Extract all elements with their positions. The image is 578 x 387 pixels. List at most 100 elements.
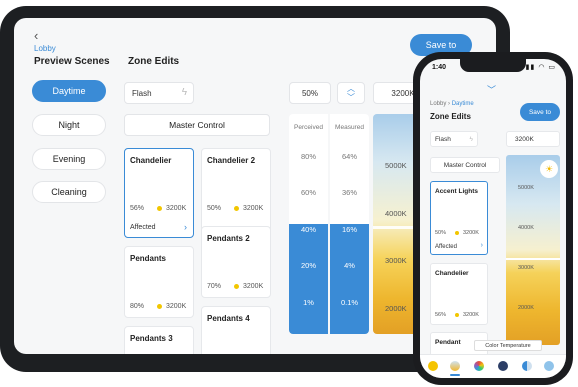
bulb-dot-icon: [455, 313, 459, 317]
zone-kelvin: 3200K: [166, 205, 187, 212]
measured-value-row: 64%: [341, 152, 357, 161]
flash-label: Flash: [132, 88, 152, 98]
zone-percent: 70%: [207, 283, 222, 290]
measured-value-row: 4%: [344, 261, 355, 271]
zone-name: Pendants 4: [207, 314, 250, 323]
scene-night-button[interactable]: Night: [32, 114, 106, 136]
save-to-button[interactable]: Save to: [520, 103, 560, 121]
breadcrumb-parent[interactable]: Lobby: [430, 101, 446, 107]
zone-edits-title: Zone Edits: [128, 56, 180, 67]
color-temp-handle[interactable]: [506, 258, 560, 260]
breadcrumb[interactable]: Lobby › Daytime: [430, 101, 474, 107]
zone-name: Pendant: [435, 339, 461, 346]
zone-card-chandelier-2[interactable]: Chandelier 2 50% 3200K: [201, 148, 271, 238]
scene-evening-button[interactable]: Evening: [32, 148, 106, 170]
scene-daytime-button[interactable]: Daytime: [32, 80, 106, 102]
measured-column: Measured 64% 36% 16% 4% 0.1%: [330, 114, 369, 334]
zone-card-chandelier[interactable]: Chandelier 56% 3200K: [430, 263, 488, 325]
lightning-bolt-icon: ϟ: [181, 87, 187, 98]
tab-bar: [420, 354, 566, 378]
measured-header: Measured: [335, 124, 364, 131]
color-temp-label: 2000K: [385, 304, 407, 313]
scene-icon[interactable]: [498, 361, 508, 371]
perceived-value-row: 1%: [303, 297, 314, 307]
zone-name: Pendants 2: [207, 234, 250, 243]
color-temp-label: 5000K: [385, 161, 407, 170]
zone-name: Pendants 3: [130, 334, 173, 343]
color-temp-tooltip: Color Temperature: [474, 340, 542, 351]
bulb-dot-icon: [157, 206, 162, 211]
color-wheel-icon[interactable]: [474, 361, 484, 371]
zone-percent: 50%: [207, 205, 222, 212]
sun-icon[interactable]: [428, 361, 438, 371]
scene-cleaning-button[interactable]: Cleaning: [32, 181, 106, 203]
measured-value-row: 0.1%: [340, 297, 359, 307]
zone-card-pendants-4[interactable]: Pendants 4: [201, 306, 271, 354]
zone-card-chandelier[interactable]: Chandelier 56% 3200K Affected ›: [124, 148, 194, 238]
zone-kelvin: 3200K: [463, 230, 479, 236]
measured-value-row: 36%: [341, 188, 357, 198]
color-temp-label: 5000K: [518, 185, 534, 191]
active-tab-indicator: [450, 374, 460, 376]
zone-card-pendants[interactable]: Pendants 80% 3200K: [124, 246, 194, 318]
color-temp-label: 4000K: [518, 225, 534, 231]
perceived-column: Perceived 80% 60% 40% 20% 1%: [289, 114, 328, 334]
zone-card-pendants-2[interactable]: Pendants 2 70% 3200K: [201, 226, 271, 298]
zone-percent: 56%: [435, 312, 447, 318]
chevron-left-icon[interactable]: ‹: [34, 28, 38, 43]
perceived-value-row: 20%: [300, 261, 316, 271]
zone-name: Chandelier: [130, 156, 172, 165]
measured-fill: [330, 224, 369, 334]
stage: ‹ Lobby Preview Scenes Zone Edits Save t…: [0, 0, 578, 387]
color-temp-field[interactable]: 3200K: [506, 131, 560, 147]
zone-name: Chandelier: [435, 270, 469, 277]
bulb-dot-icon: [455, 231, 459, 235]
zone-kelvin: 3200K: [166, 303, 187, 310]
zone-name: Pendants: [130, 254, 167, 263]
preview-scenes-title: Preview Scenes: [34, 56, 110, 67]
perceived-value-row: 60%: [300, 188, 316, 198]
chevron-down-icon[interactable]: ﹀: [487, 83, 496, 96]
chevron-right-icon[interactable]: ›: [184, 222, 187, 232]
zone-affected-label: Affected: [130, 224, 156, 231]
master-control-button[interactable]: Master Control: [430, 157, 500, 173]
zone-edits-title: Zone Edits: [430, 112, 471, 121]
perceived-header: Perceived: [294, 124, 323, 131]
color-temp-label: 4000K: [385, 209, 407, 218]
bulb-dot-icon: [234, 284, 239, 289]
master-control-button[interactable]: Master Control: [124, 114, 270, 136]
flash-label: Flash: [435, 135, 451, 143]
brightness-percent-field[interactable]: 50%: [289, 82, 331, 104]
zone-kelvin: 3200K: [243, 283, 264, 290]
status-time: 1:40: [432, 64, 447, 71]
color-temp-icon[interactable]: [450, 361, 460, 371]
sun-icon[interactable]: ☀: [540, 160, 558, 178]
perceived-fill: [289, 224, 328, 334]
zone-kelvin: 3200K: [243, 205, 264, 212]
perceived-value-row: 40%: [300, 224, 316, 234]
flash-selector[interactable]: Flash ϟ: [430, 131, 478, 147]
bulb-dot-icon: [157, 304, 162, 309]
color-temp-slider[interactable]: 5000K 4000K 3000K 2000K: [506, 155, 560, 345]
brightness-meter[interactable]: Perceived 80% 60% 40% 20% 1% Measured 64…: [289, 114, 369, 334]
zone-percent: 50%: [435, 230, 447, 236]
flash-selector[interactable]: Flash ϟ: [124, 82, 194, 104]
up-down-chevron-icon[interactable]: ︿ ﹀: [337, 82, 365, 104]
zone-kelvin: 3200K: [463, 312, 479, 318]
color-temp-label: 3000K: [518, 265, 534, 271]
contrast-icon[interactable]: [522, 361, 532, 371]
lightning-bolt-icon: ϟ: [469, 135, 473, 143]
chevron-right-icon[interactable]: ›: [481, 242, 483, 249]
zone-card-accent-lights[interactable]: Accent Lights 50% 3200K Affected ›: [430, 181, 488, 255]
zone-affected-label: Affected: [435, 244, 457, 250]
zone-card-pendants-3[interactable]: Pendants 3: [124, 326, 194, 354]
droplet-icon[interactable]: [544, 361, 554, 371]
zone-percent: 80%: [130, 303, 145, 310]
zone-name: Chandelier 2: [207, 156, 256, 165]
color-temp-label: 3000K: [385, 256, 407, 265]
breadcrumb-current: Daytime: [451, 101, 474, 107]
signal-wifi-battery-icons: ▮▮ ◠ ▭: [525, 64, 556, 71]
breadcrumb[interactable]: Lobby: [34, 44, 56, 53]
bulb-dot-icon: [234, 206, 239, 211]
zone-percent: 56%: [130, 205, 145, 212]
